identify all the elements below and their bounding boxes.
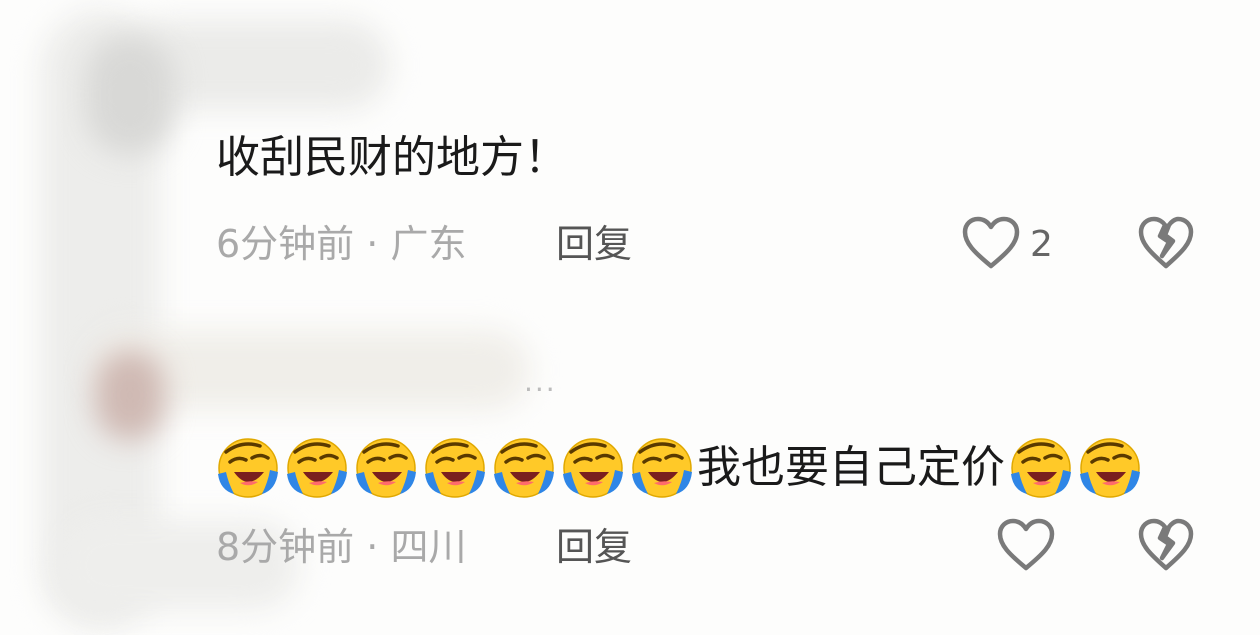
laughing-crying-emoji-icon <box>563 438 623 498</box>
heart-outline-icon[interactable] <box>997 518 1055 572</box>
reply-button[interactable]: 回复 <box>556 528 632 566</box>
laughing-crying-emoji-icon <box>1011 438 1071 498</box>
comment-meta: 8分钟前 · 四川 <box>216 528 466 566</box>
laughing-crying-emoji-icon <box>356 438 416 498</box>
laughing-crying-emoji-icon <box>425 438 485 498</box>
comment-body: 我也要自己定价 <box>697 442 1005 493</box>
more-ellipsis[interactable]: ... <box>524 368 557 396</box>
comment-text: 我也要自己定价 <box>216 436 1147 500</box>
laughing-crying-emoji-icon <box>1080 438 1140 498</box>
reply-button[interactable]: 回复 <box>556 225 632 263</box>
broken-heart-icon[interactable] <box>1138 518 1194 572</box>
meta-separator: · <box>354 525 391 569</box>
emoji-group-trailing <box>1009 436 1147 500</box>
laughing-crying-emoji-icon <box>494 438 554 498</box>
comment-location: 四川 <box>390 525 467 569</box>
like-count: 2 <box>1030 224 1053 265</box>
comment-meta: 6分钟前 · 广东 <box>216 225 466 263</box>
comment-text: 收刮民财的地方！ <box>216 132 568 183</box>
comment-time: 6分钟前 <box>216 222 355 266</box>
comment-location: 广东 <box>390 222 467 266</box>
heart-outline-icon[interactable] <box>962 216 1020 270</box>
meta-separator: · <box>354 222 391 266</box>
laughing-crying-emoji-icon <box>287 438 347 498</box>
laughing-crying-emoji-icon <box>218 438 278 498</box>
laughing-crying-emoji-icon <box>632 438 692 498</box>
broken-heart-icon[interactable] <box>1138 216 1194 270</box>
comment-time: 8分钟前 <box>216 525 355 569</box>
emoji-group-leading <box>216 436 699 500</box>
